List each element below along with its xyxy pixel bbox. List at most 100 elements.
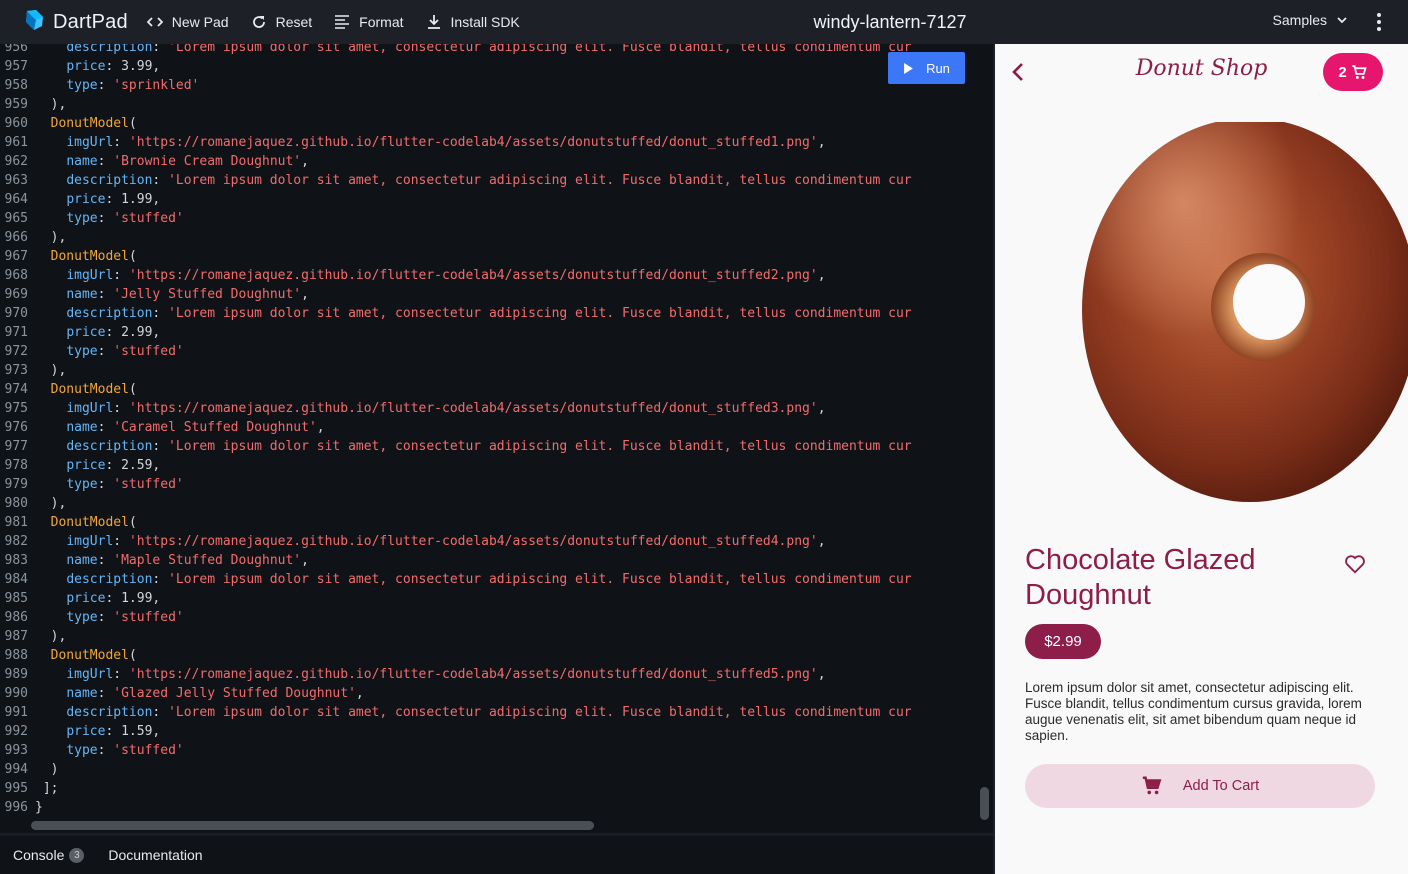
- code-token: :: [97, 211, 114, 226]
- more-vert-icon[interactable]: [1368, 11, 1390, 33]
- code-text: price: 2.99,: [35, 323, 160, 342]
- horizontal-scrollbar[interactable]: [31, 821, 594, 830]
- code-line: 993 type: 'stuffed': [0, 741, 990, 760]
- code-line: 958 type: 'sprinkled': [0, 76, 990, 95]
- line-number: 987: [4, 629, 28, 644]
- code-line: 988 DonutModel(: [0, 646, 990, 665]
- code-text: ): [35, 760, 59, 779]
- code-text: ),: [35, 361, 67, 380]
- code-token: :: [152, 173, 169, 188]
- code-line: 956 description: 'Lorem ipsum dolor sit …: [0, 44, 990, 57]
- code-token: description: [66, 173, 153, 188]
- reset-button[interactable]: Reset: [251, 14, 312, 30]
- code-token: ),: [35, 230, 67, 245]
- code-token: ),: [35, 496, 67, 511]
- code-line: 970 description: 'Lorem ipsum dolor sit …: [0, 304, 990, 323]
- heart-outline-icon[interactable]: [1344, 553, 1366, 575]
- line-number: 972: [4, 344, 28, 359]
- code-token: :: [113, 268, 129, 283]
- code-token: (: [128, 382, 137, 397]
- line-number: 979: [4, 477, 28, 492]
- code-line: 977 description: 'Lorem ipsum dolor sit …: [0, 437, 990, 456]
- code-token: : 1.59,: [105, 724, 161, 739]
- code-editor[interactable]: 956 description: 'Lorem ipsum dolor sit …: [0, 44, 993, 833]
- install-sdk-label: Install SDK: [450, 14, 520, 30]
- code-token: ): [35, 762, 59, 777]
- code-token: price: [66, 591, 106, 606]
- code-token: :: [113, 534, 129, 549]
- install-sdk-button[interactable]: Install SDK: [426, 14, 520, 30]
- code-text: type: 'stuffed': [35, 209, 184, 228]
- line-number: 959: [4, 97, 28, 112]
- line-number: 957: [4, 59, 28, 74]
- code-line: 966 ),: [0, 228, 990, 247]
- line-number: 973: [4, 363, 28, 378]
- run-button[interactable]: Run: [888, 52, 965, 84]
- vertical-scrollbar[interactable]: [980, 787, 989, 820]
- code-token: :: [113, 667, 129, 682]
- samples-dropdown[interactable]: Samples: [1273, 12, 1349, 28]
- code-token: 'Maple Stuffed Doughnut': [113, 553, 302, 568]
- code-text: ];: [35, 779, 59, 798]
- tab-console[interactable]: Console 3: [13, 847, 85, 863]
- code-line: 963 description: 'Lorem ipsum dolor sit …: [0, 171, 990, 190]
- line-number: 989: [4, 667, 28, 682]
- code-line: 980 ),: [0, 494, 990, 513]
- code-line: 961 imgUrl: 'https://romanejaquez.github…: [0, 133, 990, 152]
- code-line: 989 imgUrl: 'https://romanejaquez.github…: [0, 665, 990, 684]
- code-token: 'https://romanejaquez.github.io/flutter-…: [128, 135, 818, 150]
- add-to-cart-button[interactable]: Add To Cart: [1025, 764, 1375, 808]
- code-token: (: [128, 116, 137, 131]
- code-text: ),: [35, 494, 67, 513]
- line-number: 988: [4, 648, 28, 663]
- code-line: 974 DonutModel(: [0, 380, 990, 399]
- new-pad-button[interactable]: New Pad: [146, 14, 229, 30]
- code-token: 'stuffed': [113, 211, 184, 226]
- code-token: description: [66, 306, 153, 321]
- product-description: Lorem ipsum dolor sit amet, consectetur …: [1025, 680, 1362, 743]
- cart-badge[interactable]: 2: [1323, 53, 1383, 91]
- code-text: name: 'Glazed Jelly Stuffed Doughnut',: [35, 684, 364, 703]
- code-token: ),: [35, 97, 67, 112]
- code-line: 959 ),: [0, 95, 990, 114]
- code-text: imgUrl: 'https://romanejaquez.github.io/…: [35, 133, 825, 152]
- line-number: 963: [4, 173, 28, 188]
- line-number: 976: [4, 420, 28, 435]
- code-token: ,: [355, 686, 364, 701]
- line-number: 967: [4, 249, 28, 264]
- format-button[interactable]: Format: [334, 14, 404, 30]
- line-number: 981: [4, 515, 28, 530]
- code-token: 'Caramel Stuffed Doughnut': [113, 420, 317, 435]
- code-text: name: 'Brownie Cream Doughnut',: [35, 152, 309, 171]
- line-number: 968: [4, 268, 28, 283]
- code-token: type: [66, 78, 98, 93]
- run-label: Run: [926, 60, 950, 76]
- line-number: 994: [4, 762, 28, 777]
- code-text: DonutModel(: [35, 247, 137, 266]
- code-token: name: [66, 686, 98, 701]
- line-number: 986: [4, 610, 28, 625]
- code-line: 978 price: 2.59,: [0, 456, 990, 475]
- tab-documentation[interactable]: Documentation: [108, 847, 202, 863]
- code-text: description: 'Lorem ipsum dolor sit amet…: [35, 437, 911, 456]
- code-text: price: 1.99,: [35, 190, 160, 209]
- code-token: type: [66, 610, 98, 625]
- code-token: :: [97, 420, 114, 435]
- code-token: description: [66, 572, 153, 587]
- code-text: description: 'Lorem ipsum dolor sit amet…: [35, 703, 911, 722]
- cart-count: 2: [1338, 63, 1347, 81]
- code-token: name: [66, 287, 98, 302]
- code-text: imgUrl: 'https://romanejaquez.github.io/…: [35, 532, 825, 551]
